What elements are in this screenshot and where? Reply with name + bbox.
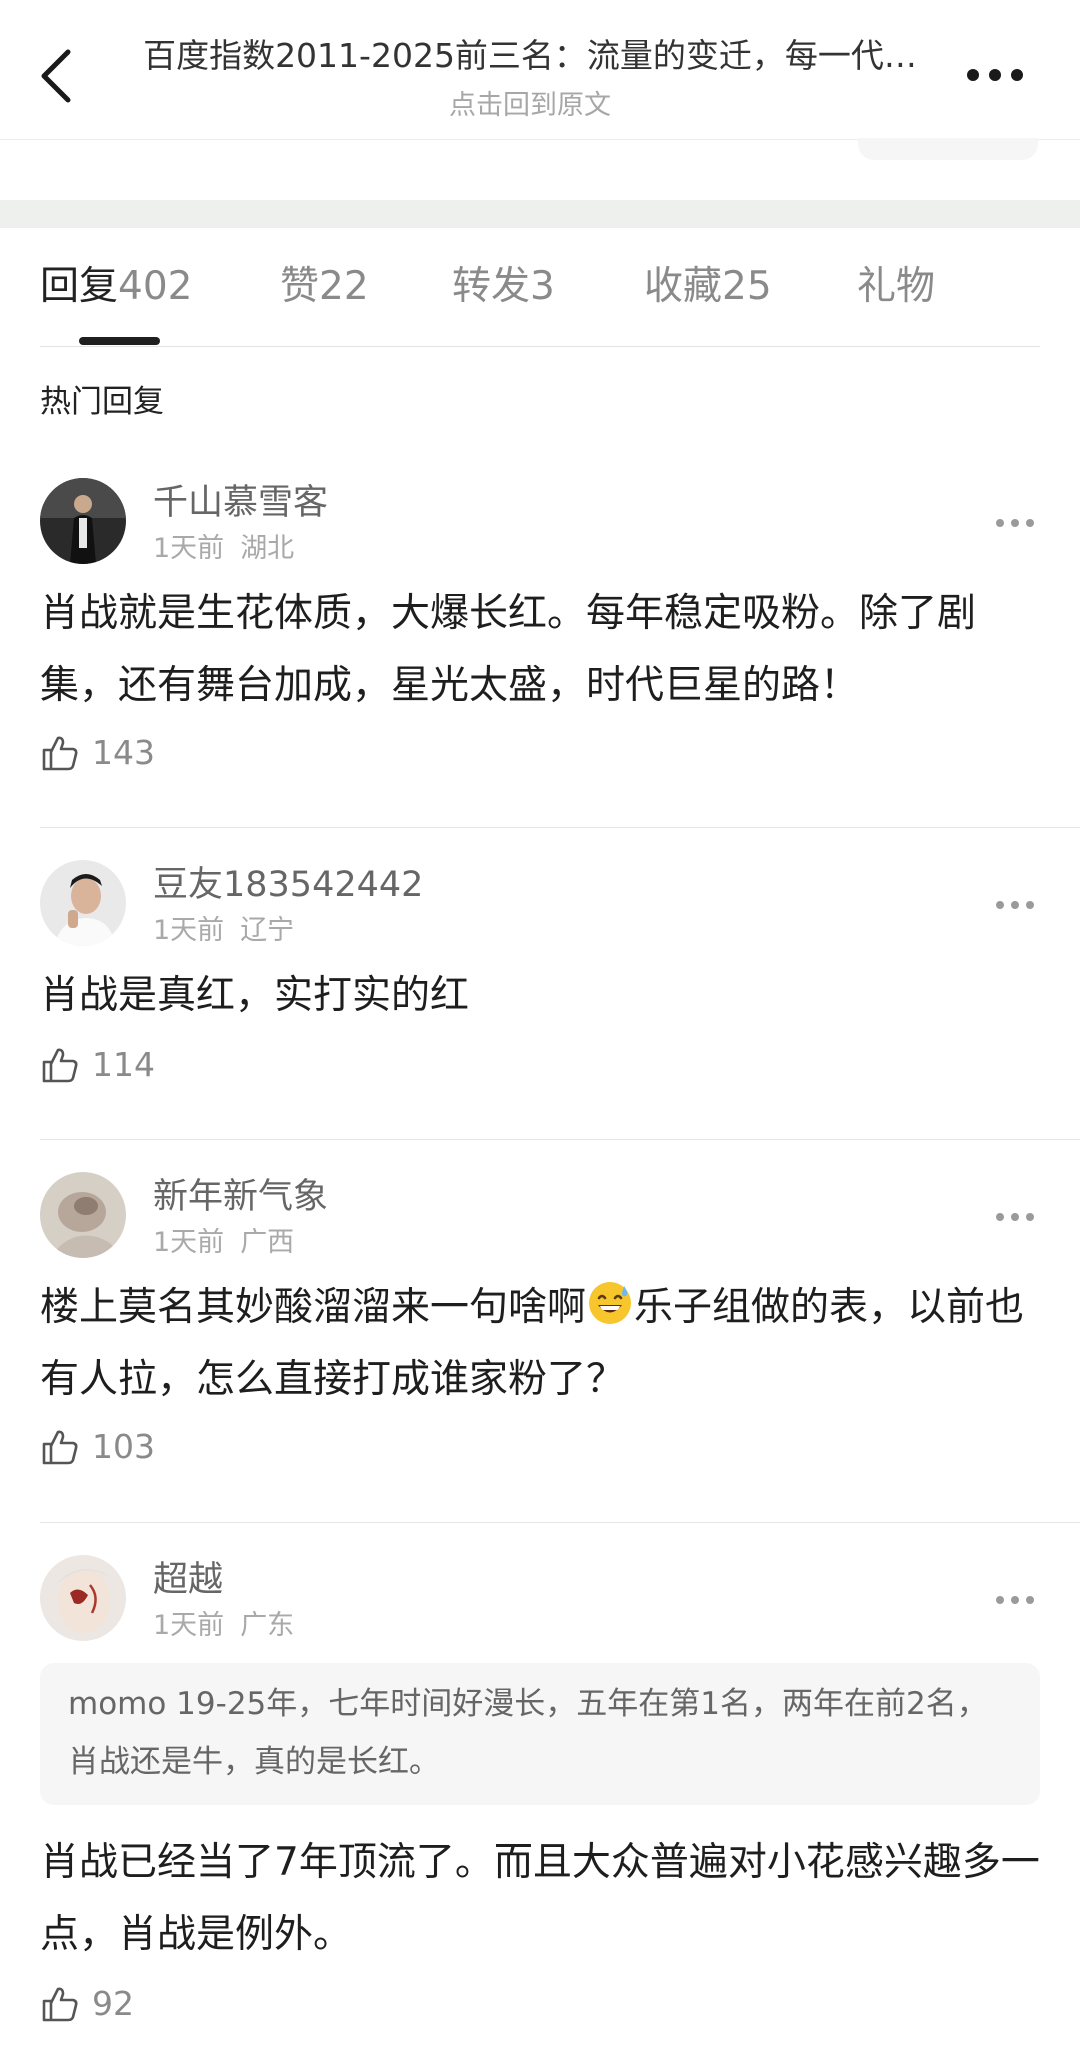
tab-replies-label: 回复	[40, 264, 119, 309]
back-button[interactable]	[20, 36, 92, 116]
user-name[interactable]: 超越	[153, 1557, 223, 1603]
tab-reposts-count: 3	[530, 264, 555, 309]
comment-meta: 1天前 湖北	[153, 530, 294, 568]
user-name[interactable]: 新年新气象	[153, 1174, 328, 1220]
comment-time: 1天前	[153, 1227, 225, 1258]
hot-replies-heading: 热门回复	[40, 384, 164, 420]
comment-page: 百度指数2011-2025前三名：流量的变迁，每一代… 点击回到原文 回复402…	[0, 0, 1080, 2047]
comment-time: 1天前	[153, 1610, 225, 1641]
user-avatar-image	[40, 1172, 126, 1258]
user-avatar-image	[40, 860, 126, 946]
comment-divider	[40, 1139, 1080, 1140]
comment-location: 湖北	[240, 533, 295, 564]
comment-time: 1天前	[153, 915, 225, 946]
more-dots-icon	[996, 901, 1034, 909]
tab-replies[interactable]: 回复402	[40, 250, 192, 330]
tab-favorites-label: 收藏	[644, 264, 723, 309]
more-horizontal-icon	[967, 69, 1023, 81]
tab-gifts-label: 礼物	[857, 264, 936, 309]
comment-meta: 1天前 广东	[153, 1607, 294, 1645]
user-avatar-image	[40, 1555, 126, 1641]
avatar[interactable]	[40, 1555, 126, 1641]
comment-more-button[interactable]	[990, 508, 1040, 538]
avatar[interactable]	[40, 1172, 126, 1258]
comment-time: 1天前	[153, 533, 225, 564]
tab-replies-count: 402	[118, 264, 193, 309]
thumbs-up-icon	[42, 736, 78, 771]
thumbs-up-icon	[42, 1987, 78, 2022]
comment-more-button[interactable]	[990, 1585, 1040, 1615]
grinning-sweat-emoji	[589, 1282, 632, 1324]
like-count: 143	[92, 733, 155, 772]
tab-favorites-count: 25	[722, 264, 772, 309]
title-block[interactable]: 百度指数2011-2025前三名：流量的变迁，每一代… 点击回到原文	[120, 30, 940, 126]
tab-reposts-label: 转发	[452, 264, 531, 309]
comment-divider	[40, 827, 1080, 828]
back-to-original-link[interactable]: 点击回到原文	[120, 86, 940, 126]
avatar[interactable]	[40, 478, 126, 564]
thumbs-up-icon	[42, 1430, 78, 1465]
tab-reposts[interactable]: 转发3	[452, 250, 555, 330]
avatar[interactable]	[40, 860, 126, 946]
more-dots-icon	[996, 1596, 1034, 1604]
comment-more-button[interactable]	[990, 1202, 1040, 1232]
comment-meta: 1天前 广西	[153, 1224, 294, 1262]
comment-more-button[interactable]	[990, 890, 1040, 920]
chevron-left-icon	[41, 49, 71, 103]
tab-likes[interactable]: 赞22	[280, 250, 369, 330]
like-button[interactable]: 114	[40, 1040, 155, 1090]
post-title[interactable]: 百度指数2011-2025前三名：流量的变迁，每一代…	[120, 30, 940, 82]
user-name[interactable]: 千山慕雪客	[153, 480, 328, 526]
user-name[interactable]: 豆友183542442	[153, 862, 423, 908]
tab-likes-label: 赞	[280, 264, 320, 309]
user-avatar-image	[40, 478, 126, 564]
tab-favorites[interactable]: 收藏25	[644, 250, 772, 330]
more-dots-icon	[996, 1213, 1034, 1221]
top-nav-bar: 百度指数2011-2025前三名：流量的变迁，每一代… 点击回到原文	[0, 0, 1080, 140]
section-separator	[0, 200, 1080, 228]
hidden-header-button	[858, 138, 1038, 160]
comment-text: 肖战是真红，实打实的红	[40, 973, 470, 1018]
like-button[interactable]: 103	[40, 1422, 155, 1472]
comment-text: 肖战已经当了7年顶流了。而且大众普遍对小花感兴趣多一点，肖战是例外。	[40, 1840, 1040, 1957]
like-count: 92	[92, 1984, 134, 2023]
comment-text-part: 楼上莫名其妙酸溜溜来一句啥啊	[40, 1285, 587, 1330]
interaction-tabs: 回复402 赞22 转发3 收藏25 礼物	[40, 250, 1040, 350]
more-options-button[interactable]	[950, 50, 1040, 100]
active-tab-indicator	[79, 337, 160, 345]
comment-divider	[40, 1522, 1080, 1523]
like-count: 114	[92, 1045, 155, 1084]
comment-meta: 1天前 辽宁	[153, 912, 294, 950]
more-dots-icon	[996, 519, 1034, 527]
like-count: 103	[92, 1427, 155, 1466]
tabs-divider	[40, 346, 1040, 347]
like-button[interactable]: 92	[40, 1979, 134, 2029]
thumbs-up-icon	[42, 1048, 78, 1083]
like-button[interactable]: 143	[40, 728, 155, 778]
tab-gifts[interactable]: 礼物	[857, 250, 935, 330]
quoted-reply[interactable]: momo 19-25年，七年时间好漫长，五年在第1名，两年在前2名，肖战还是牛，…	[40, 1663, 1040, 1805]
comment-location: 广东	[240, 1610, 295, 1641]
tab-likes-count: 22	[319, 264, 369, 309]
comment-text: 楼上莫名其妙酸溜溜来一句啥啊 乐子组做的表，以前也有人拉，怎么直接打成谁家粉了？	[40, 1272, 1040, 1416]
comment-location: 广西	[240, 1227, 295, 1258]
comment-location: 辽宁	[240, 915, 295, 946]
comment-text: 肖战就是生花体质，大爆长红。每年稳定吸粉。除了剧集，还有舞台加成，星光太盛，时代…	[40, 591, 977, 708]
